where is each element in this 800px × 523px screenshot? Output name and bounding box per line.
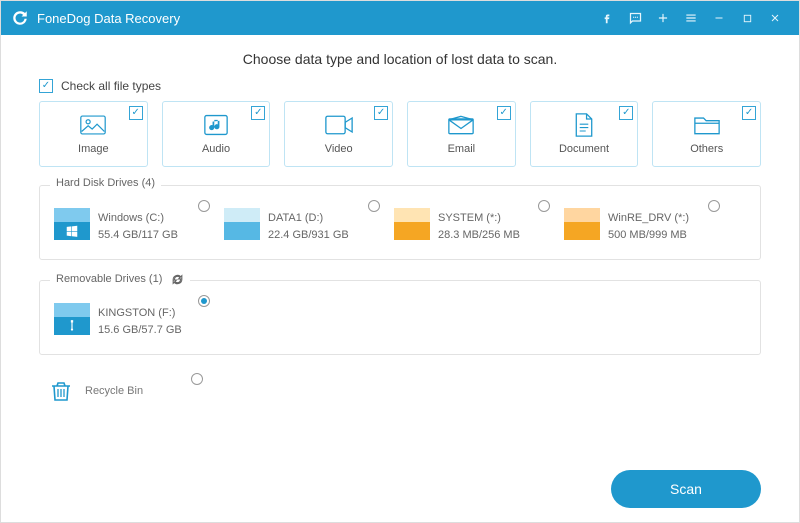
titlebar: FoneDog Data Recovery (1, 1, 799, 35)
drive-radio[interactable] (198, 200, 210, 212)
file-type-video[interactable]: ✓ Video (284, 101, 393, 167)
drive-name: KINGSTON (F:) (98, 305, 182, 322)
drive-size: 55.4 GB/117 GB (98, 227, 178, 244)
removable-drives-title: Removable Drives (1) (56, 273, 162, 285)
drive-info: DATA1 (D:)22.4 GB/931 GB (268, 208, 349, 243)
drive-size: 22.4 GB/931 GB (268, 227, 349, 244)
recycle-bin-label: Recycle Bin (85, 385, 143, 397)
file-type-checkbox[interactable]: ✓ (129, 106, 143, 120)
drive-radio[interactable] (708, 200, 720, 212)
hard-drives-row: Windows (C:)55.4 GB/117 GB DATA1 (D:)22.4… (52, 204, 748, 247)
hard-drives-section: Hard Disk Drives (4) Windows (C:)55.4 GB… (39, 185, 761, 260)
hard-drive[interactable]: SYSTEM (*:)28.3 MB/256 MB (392, 204, 552, 247)
maximize-icon[interactable] (733, 4, 761, 32)
file-type-label: Audio (202, 143, 230, 155)
removable-drives-row: KINGSTON (F:)15.6 GB/57.7 GB (52, 299, 748, 342)
refresh-icon[interactable] (170, 272, 184, 286)
file-types-row: ✓ Image ✓ Audio ✓ Video ✓ Email ✓ Document ✓ Others (39, 101, 761, 167)
close-icon[interactable] (761, 4, 789, 32)
file-type-checkbox[interactable]: ✓ (619, 106, 633, 120)
app-logo-icon (11, 9, 29, 27)
video-icon (325, 113, 353, 137)
minimize-icon[interactable] (705, 4, 733, 32)
recycle-bin-option[interactable]: Recycle Bin (39, 375, 209, 407)
feedback-icon[interactable] (621, 4, 649, 32)
removable-drive[interactable]: KINGSTON (F:)15.6 GB/57.7 GB (52, 299, 212, 342)
drive-info: KINGSTON (F:)15.6 GB/57.7 GB (98, 303, 182, 338)
drive-icon (54, 303, 90, 335)
menu-icon[interactable] (677, 4, 705, 32)
drive-name: DATA1 (D:) (268, 210, 349, 227)
scan-button[interactable]: Scan (611, 470, 761, 508)
drive-size: 28.3 MB/256 MB (438, 227, 520, 244)
footer: Scan (1, 466, 799, 522)
file-type-checkbox[interactable]: ✓ (497, 106, 511, 120)
drive-icon (224, 208, 260, 240)
recycle-bin-icon (47, 375, 75, 407)
file-type-checkbox[interactable]: ✓ (742, 106, 756, 120)
hard-drives-title: Hard Disk Drives (4) (56, 177, 155, 189)
drive-radio[interactable] (368, 200, 380, 212)
drive-size: 15.6 GB/57.7 GB (98, 322, 182, 339)
file-type-label: Document (559, 143, 609, 155)
check-all-checkbox[interactable]: ✓ (39, 79, 53, 93)
removable-drives-section: Removable Drives (1) KINGSTON (F:)15.6 G… (39, 280, 761, 355)
check-all-label: Check all file types (61, 79, 161, 93)
file-type-audio[interactable]: ✓ Audio (162, 101, 271, 167)
drive-radio[interactable] (538, 200, 550, 212)
email-icon (447, 113, 475, 137)
drive-name: SYSTEM (*:) (438, 210, 520, 227)
hard-drive[interactable]: WinRE_DRV (*:)500 MB/999 MB (562, 204, 722, 247)
folder-icon (693, 113, 721, 137)
drive-size: 500 MB/999 MB (608, 227, 689, 244)
drive-radio[interactable] (198, 295, 210, 307)
drive-name: WinRE_DRV (*:) (608, 210, 689, 227)
audio-icon (202, 113, 230, 137)
file-type-label: Others (690, 143, 723, 155)
main-content: Choose data type and location of lost da… (1, 35, 799, 466)
file-type-label: Video (325, 143, 353, 155)
image-icon (79, 113, 107, 137)
check-all-row[interactable]: ✓ Check all file types (39, 79, 761, 93)
drive-icon (394, 208, 430, 240)
facebook-icon[interactable] (593, 4, 621, 32)
drive-icon (54, 208, 90, 240)
app-title: FoneDog Data Recovery (37, 11, 180, 26)
hard-drive[interactable]: DATA1 (D:)22.4 GB/931 GB (222, 204, 382, 247)
document-icon (570, 113, 598, 137)
file-type-document[interactable]: ✓ Document (530, 101, 639, 167)
file-type-label: Email (448, 143, 476, 155)
page-heading: Choose data type and location of lost da… (39, 51, 761, 67)
file-type-image[interactable]: ✓ Image (39, 101, 148, 167)
drive-name: Windows (C:) (98, 210, 178, 227)
hard-drive[interactable]: Windows (C:)55.4 GB/117 GB (52, 204, 212, 247)
file-type-label: Image (78, 143, 109, 155)
drive-icon (564, 208, 600, 240)
drive-info: SYSTEM (*:)28.3 MB/256 MB (438, 208, 520, 243)
drive-info: WinRE_DRV (*:)500 MB/999 MB (608, 208, 689, 243)
drive-info: Windows (C:)55.4 GB/117 GB (98, 208, 178, 243)
plus-icon[interactable] (649, 4, 677, 32)
file-type-checkbox[interactable]: ✓ (251, 106, 265, 120)
file-type-email[interactable]: ✓ Email (407, 101, 516, 167)
file-type-checkbox[interactable]: ✓ (374, 106, 388, 120)
file-type-folder[interactable]: ✓ Others (652, 101, 761, 167)
recycle-bin-radio[interactable] (191, 373, 203, 385)
